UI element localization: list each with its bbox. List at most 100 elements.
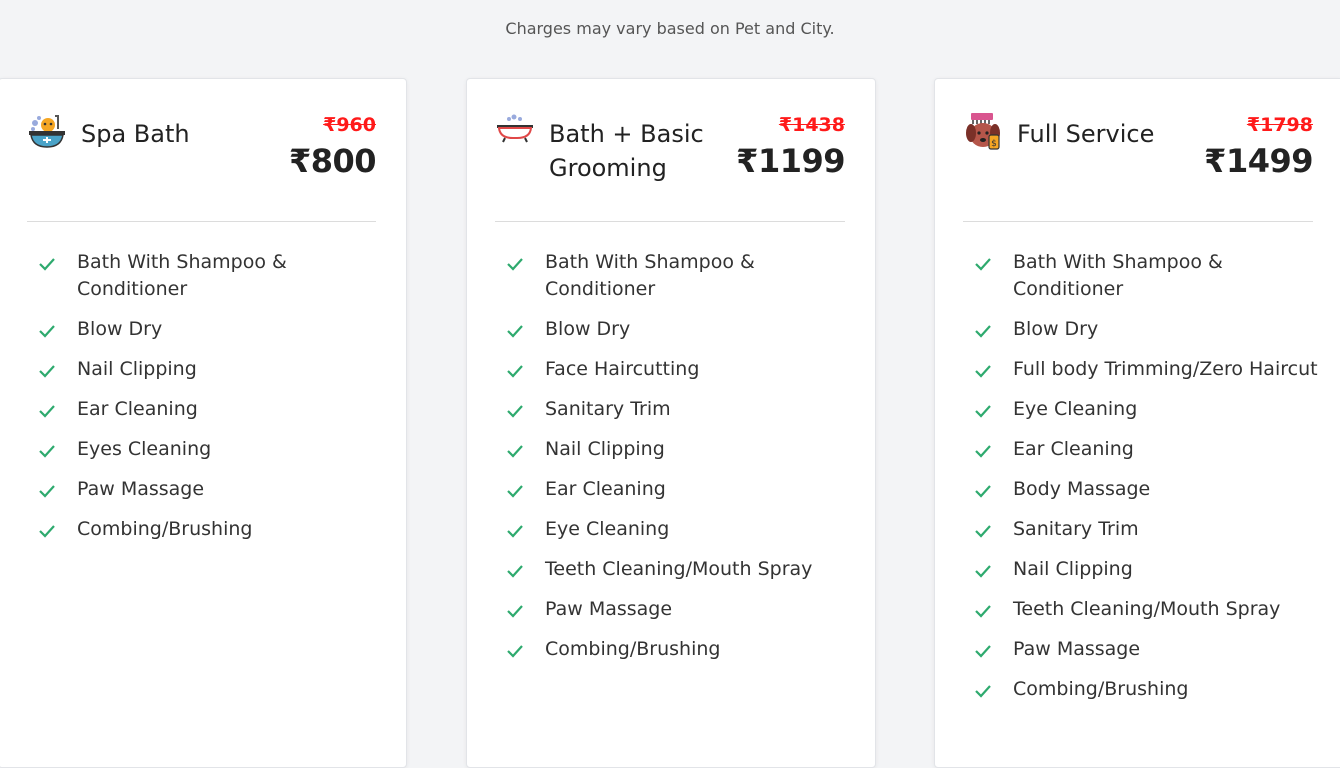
feature-item: Nail Clipping: [973, 556, 1323, 583]
feature-label: Blow Dry: [1013, 318, 1099, 340]
plan-card-spa-bath[interactable]: Spa Bath ₹960 ₹800 Bath With Shampoo & C…: [0, 78, 407, 768]
feature-label: Nail Clipping: [77, 358, 197, 380]
checkmark-icon: [507, 258, 523, 271]
feature-label: Blow Dry: [77, 318, 163, 340]
feature-label: Sanitary Trim: [545, 398, 671, 420]
divider: [963, 221, 1313, 222]
checkmark-icon: [975, 258, 991, 271]
feature-label: Ear Cleaning: [77, 398, 198, 420]
feature-item: Combing/Brushing: [505, 636, 855, 663]
checkmark-icon: [507, 605, 523, 618]
feature-label: Eye Cleaning: [545, 518, 670, 540]
feature-item: Blow Dry: [37, 316, 386, 343]
divider: [27, 221, 376, 222]
feature-list: Bath With Shampoo & Conditioner Blow Dry N…: [37, 249, 386, 556]
checkmark-icon: [507, 525, 523, 538]
old-price: ₹1798: [1246, 114, 1313, 136]
feature-item: Bath With Shampoo & Conditioner: [973, 249, 1323, 303]
feature-list: Bath With Shampoo & Conditioner Blow Dry F…: [505, 249, 855, 676]
feature-label: Body Massage: [1013, 478, 1151, 500]
feature-item: Combing/Brushing: [37, 516, 386, 543]
checkmark-icon: [507, 325, 523, 338]
feature-item: Eye Cleaning: [973, 396, 1323, 423]
checkmark-icon: [507, 485, 523, 498]
feature-label: Teeth Cleaning/Mouth Spray: [545, 558, 813, 580]
feature-item: Combing/Brushing: [973, 676, 1323, 703]
feature-item: Sanitary Trim: [973, 516, 1323, 543]
dog-grooming-icon: $: [963, 111, 1003, 151]
feature-item: Eye Cleaning: [505, 516, 855, 543]
checkmark-icon: [975, 645, 991, 658]
checkmark-icon: [975, 445, 991, 458]
feature-item: Blow Dry: [973, 316, 1323, 343]
feature-item: Paw Massage: [505, 596, 855, 623]
checkmark-icon: [975, 565, 991, 578]
checkmark-icon: [975, 605, 991, 618]
feature-label: Eyes Cleaning: [77, 438, 212, 460]
feature-item: Ear Cleaning: [37, 396, 386, 423]
feature-label: Combing/Brushing: [77, 518, 253, 540]
plan-price: ₹1499: [1204, 142, 1313, 180]
feature-label: Bath With Shampoo & Conditioner: [545, 251, 755, 300]
plan-card-bath-basic-grooming[interactable]: Bath + Basic Grooming ₹1438 ₹1199 Bath W…: [466, 78, 876, 768]
checkmark-icon: [39, 445, 55, 458]
checkmark-icon: [975, 685, 991, 698]
feature-item: Paw Massage: [37, 476, 386, 503]
checkmark-icon: [507, 405, 523, 418]
checkmark-icon: [39, 258, 55, 271]
feature-item: Nail Clipping: [37, 356, 386, 383]
feature-label: Combing/Brushing: [1013, 678, 1189, 700]
feature-label: Paw Massage: [77, 478, 205, 500]
feature-label: Ear Cleaning: [545, 478, 666, 500]
feature-label: Nail Clipping: [1013, 558, 1133, 580]
checkmark-icon: [975, 365, 991, 378]
feature-item: Face Haircutting: [505, 356, 855, 383]
plan-card-full-service[interactable]: $ Full Service ₹1798 ₹1499 Bath With Sha…: [934, 78, 1340, 768]
checkmark-icon: [507, 645, 523, 658]
feature-label: Bath With Shampoo & Conditioner: [77, 251, 287, 300]
feature-label: Combing/Brushing: [545, 638, 721, 660]
old-price: ₹1438: [778, 114, 845, 136]
plan-header: Spa Bath ₹960 ₹800: [27, 109, 377, 199]
feature-item: Bath With Shampoo & Conditioner: [505, 249, 855, 303]
plan-header: Bath + Basic Grooming ₹1438 ₹1199: [495, 109, 845, 199]
feature-item: Nail Clipping: [505, 436, 855, 463]
feature-item: Eyes Cleaning: [37, 436, 386, 463]
feature-item: Ear Cleaning: [505, 476, 855, 503]
plan-title: Full Service: [1017, 120, 1155, 148]
checkmark-icon: [975, 405, 991, 418]
feature-label: Paw Massage: [1013, 638, 1141, 660]
checkmark-icon: [507, 565, 523, 578]
plan-title: Spa Bath: [81, 120, 190, 148]
feature-label: Face Haircutting: [545, 358, 700, 380]
feature-item: Sanitary Trim: [505, 396, 855, 423]
checkmark-icon: [507, 445, 523, 458]
checkmark-icon: [39, 325, 55, 338]
feature-item: Full body Trimming/Zero Haircut: [973, 356, 1323, 383]
old-price: ₹960: [323, 114, 376, 136]
feature-list: Bath With Shampoo & Conditioner Blow Dry F…: [973, 249, 1323, 716]
feature-label: Ear Cleaning: [1013, 438, 1134, 460]
plan-title: Bath + Basic Grooming: [549, 120, 704, 182]
checkmark-icon: [39, 485, 55, 498]
charges-note: Charges may vary based on Pet and City.: [505, 19, 835, 38]
svg-text:$: $: [991, 139, 997, 149]
feature-label: Blow Dry: [545, 318, 631, 340]
checkmark-icon: [39, 365, 55, 378]
feature-item: Bath With Shampoo & Conditioner: [37, 249, 386, 303]
feature-item: Teeth Cleaning/Mouth Spray: [505, 556, 855, 583]
feature-label: Nail Clipping: [545, 438, 665, 460]
feature-label: Paw Massage: [545, 598, 673, 620]
checkmark-icon: [975, 485, 991, 498]
feature-item: Blow Dry: [505, 316, 855, 343]
checkmark-icon: [39, 525, 55, 538]
feature-label: Full body Trimming/Zero Haircut: [1013, 358, 1318, 380]
checkmark-icon: [39, 405, 55, 418]
feature-item: Body Massage: [973, 476, 1323, 503]
divider: [495, 221, 845, 222]
feature-item: Ear Cleaning: [973, 436, 1323, 463]
plan-price: ₹1199: [736, 142, 845, 180]
feature-label: Sanitary Trim: [1013, 518, 1139, 540]
pet-bathtub-icon: [27, 111, 67, 151]
checkmark-icon: [975, 525, 991, 538]
